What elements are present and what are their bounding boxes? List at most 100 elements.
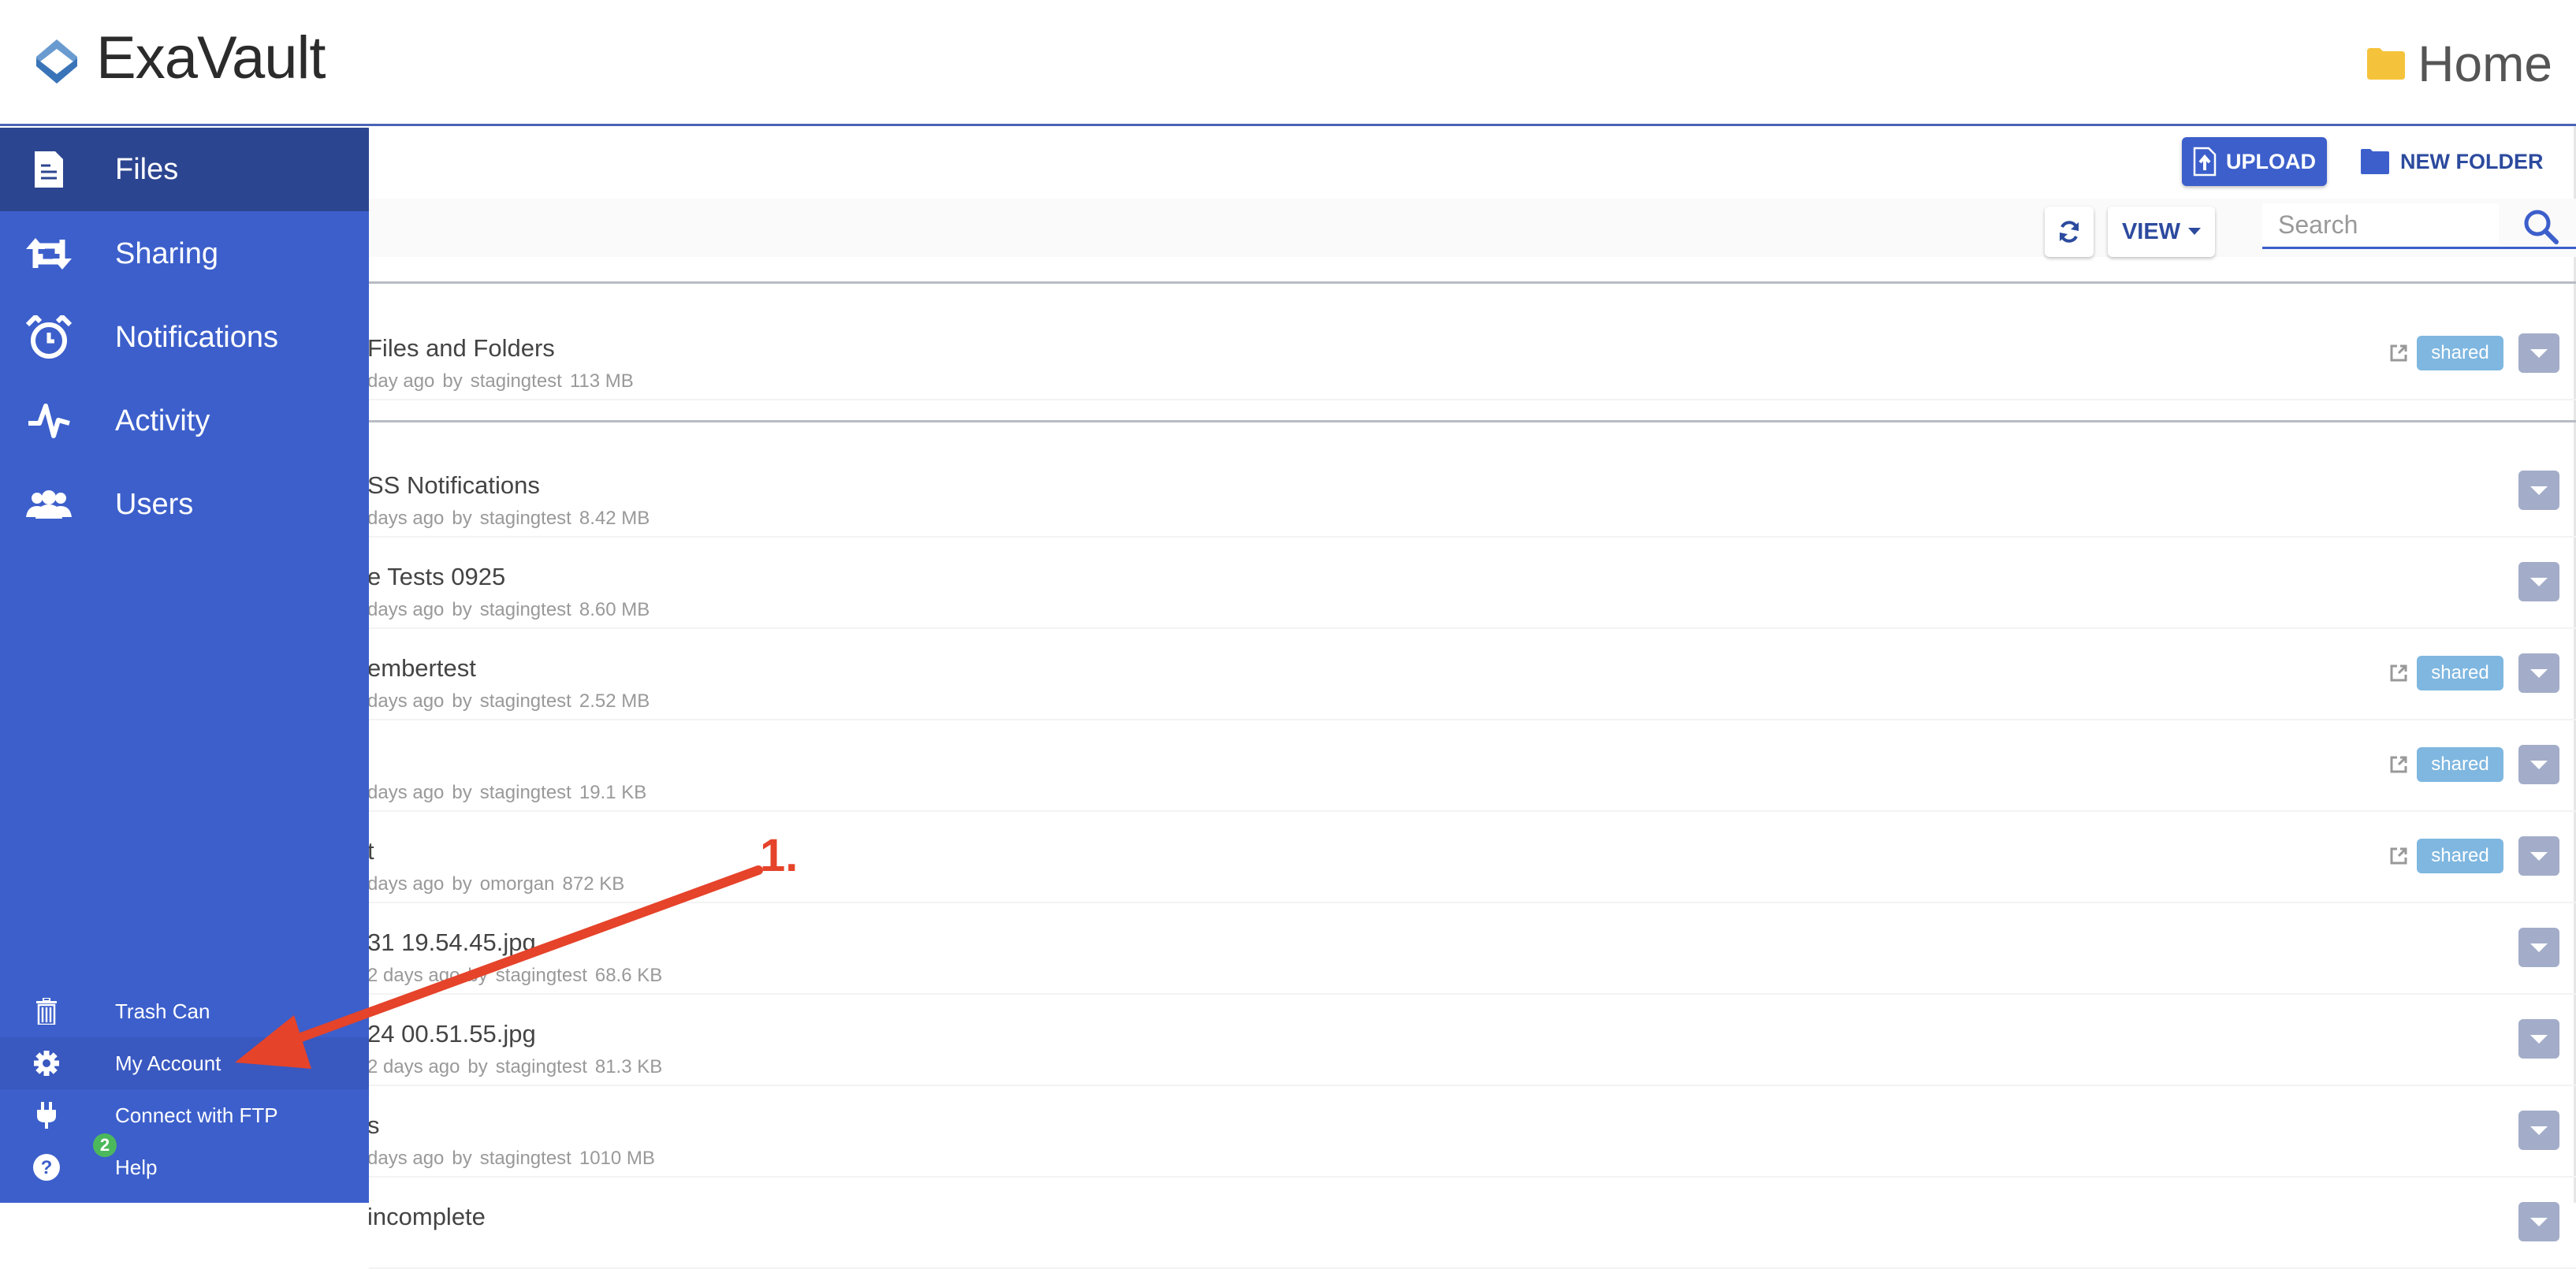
file-meta: days ago by stagingtest 1010 MB — [367, 1148, 663, 1170]
shared-badge[interactable]: shared — [2417, 747, 2503, 782]
file-size: 872 KB — [562, 873, 625, 895]
owner-name: stagingtest — [479, 782, 571, 803]
new-folder-button[interactable]: NEW FOLDER — [2361, 137, 2544, 186]
sidebar-item-label: Sharing — [115, 236, 218, 270]
sidebar-item-connect-ftp[interactable]: Connect with FTP — [0, 1089, 369, 1141]
modified-time: 2 days ago — [367, 1056, 460, 1077]
sidebar-item-label: Activity — [115, 404, 210, 437]
file-name[interactable]: SS Notifications — [367, 471, 540, 500]
view-label: VIEW — [2121, 218, 2181, 244]
file-meta: 2 days ago by stagingtest 68.6 KB — [367, 965, 670, 987]
folder-icon — [2367, 48, 2406, 80]
file-size: 68.6 KB — [594, 965, 663, 986]
file-row[interactable]: 31 19.54.45.jpg 2 days ago by stagingtest 68… — [367, 903, 2576, 995]
file-row[interactable]: embertest days ago by stagingtest 2.52 MB sha… — [367, 629, 2576, 720]
file-row[interactable]: s days ago by stagingtest 1010 MB — [367, 1086, 2576, 1178]
view-dropdown-button[interactable]: VIEW — [2108, 207, 2215, 257]
shared-badge[interactable]: shared — [2417, 656, 2503, 690]
alarm-clock-icon — [25, 314, 73, 361]
row-actions-dropdown[interactable] — [2518, 562, 2559, 601]
refresh-button[interactable] — [2045, 207, 2094, 257]
row-actions-dropdown[interactable] — [2518, 1202, 2559, 1241]
new-folder-label: NEW FOLDER — [2400, 149, 2544, 173]
by-label: by — [452, 873, 472, 895]
row-actions-dropdown[interactable] — [2518, 928, 2559, 967]
svg-text:?: ? — [41, 1157, 53, 1178]
file-name[interactable]: incomplete — [367, 1203, 486, 1231]
row-actions-dropdown[interactable] — [2518, 1111, 2559, 1150]
help-icon: ? 2 — [30, 1133, 117, 1184]
file-meta: day ago by stagingtest 113 MB — [367, 370, 642, 393]
sidebar-item-activity[interactable]: Activity — [0, 379, 369, 463]
external-link-icon[interactable] — [2389, 847, 2408, 865]
search-input[interactable] — [2262, 203, 2499, 246]
sidebar-item-my-account[interactable]: My Account — [0, 1037, 369, 1089]
file-name[interactable]: embertest — [367, 654, 476, 683]
file-row[interactable]: days ago by stagingtest 19.1 KB shared — [367, 720, 2576, 812]
shared-badge[interactable]: shared — [2417, 336, 2503, 370]
file-name[interactable]: Files and Folders — [367, 334, 555, 363]
row-actions-dropdown[interactable] — [2518, 471, 2559, 510]
by-label: by — [452, 690, 472, 712]
sidebar-item-label: Trash Can — [115, 999, 210, 1023]
sidebar-item-sharing[interactable]: Sharing — [0, 212, 369, 296]
file-name[interactable]: e Tests 0925 — [367, 563, 505, 591]
breadcrumb-home[interactable]: Home — [2418, 35, 2552, 93]
upload-label: UPLOAD — [2226, 149, 2316, 173]
row-actions-dropdown[interactable] — [2518, 745, 2559, 784]
sidebar-item-label: Users — [115, 487, 194, 521]
file-size: 8.42 MB — [579, 508, 650, 529]
file-meta: days ago by stagingtest 19.1 KB — [367, 782, 654, 804]
file-row[interactable]: SS Notifications days ago by stagingtest 8.4… — [367, 446, 2576, 538]
file-icon — [25, 146, 73, 193]
sidebar-item-users[interactable]: Users — [0, 463, 369, 546]
by-label: by — [467, 1056, 488, 1077]
annotation-step-label: 1. — [760, 830, 798, 881]
brand-name[interactable]: ExaVault — [96, 24, 326, 92]
owner-name: stagingtest — [479, 599, 571, 620]
file-row[interactable]: Files and Folders day ago by stagingtest 113… — [367, 309, 2576, 400]
row-actions-dropdown[interactable] — [2518, 1019, 2559, 1059]
row-actions-dropdown[interactable] — [2518, 653, 2559, 693]
file-row[interactable]: incomplete — [367, 1178, 2576, 1269]
file-row[interactable]: e Tests 0925 days ago by stagingtest 8.60 MB — [367, 538, 2576, 629]
upload-button[interactable]: UPLOAD — [2182, 137, 2327, 186]
modified-time: days ago — [367, 782, 445, 803]
sidebar-item-trash-can[interactable]: Trash Can — [0, 985, 369, 1037]
divider — [369, 281, 2576, 284]
file-meta: days ago by stagingtest 2.52 MB — [367, 690, 657, 713]
external-link-icon[interactable] — [2389, 344, 2408, 363]
external-link-icon[interactable] — [2389, 755, 2408, 774]
modified-time: days ago — [367, 1148, 445, 1169]
file-name[interactable]: s — [367, 1111, 380, 1140]
owner-name: stagingtest — [495, 965, 587, 986]
file-meta: days ago by stagingtest 8.60 MB — [367, 599, 657, 621]
by-label: by — [442, 370, 463, 392]
divider — [369, 420, 2576, 422]
sidebar-item-notifications[interactable]: Notifications — [0, 296, 369, 379]
sidebar-item-label: Notifications — [115, 320, 278, 354]
file-name[interactable]: 24 00.51.55.jpg — [367, 1020, 536, 1048]
by-label: by — [452, 508, 472, 529]
search-box — [2262, 203, 2576, 249]
search-icon[interactable] — [2522, 208, 2559, 244]
caret-down-icon — [2188, 228, 2202, 235]
modified-time: day ago — [367, 370, 435, 392]
row-actions-dropdown[interactable] — [2518, 333, 2559, 373]
file-row[interactable]: t days ago by omorgan 872 KB shared — [367, 812, 2576, 903]
external-link-icon[interactable] — [2389, 664, 2408, 683]
file-size: 113 MB — [569, 370, 634, 392]
sidebar-item-help[interactable]: ? 2 Help — [0, 1133, 369, 1193]
gear-icon — [30, 1047, 63, 1080]
owner-name: omorgan — [479, 873, 555, 895]
file-name[interactable]: 31 19.54.45.jpg — [367, 928, 536, 957]
shared-badge[interactable]: shared — [2417, 839, 2503, 873]
file-row[interactable]: 24 00.51.55.jpg 2 days ago by stagingtest 81… — [367, 995, 2576, 1086]
file-size: 2.52 MB — [579, 690, 650, 712]
row-actions-dropdown[interactable] — [2518, 836, 2559, 876]
file-size: 81.3 KB — [594, 1056, 663, 1077]
sidebar-item-files[interactable]: Files — [0, 128, 369, 211]
sidebar-item-label: Connect with FTP — [115, 1103, 278, 1127]
by-label: by — [467, 965, 488, 986]
owner-name: stagingtest — [495, 1056, 587, 1077]
